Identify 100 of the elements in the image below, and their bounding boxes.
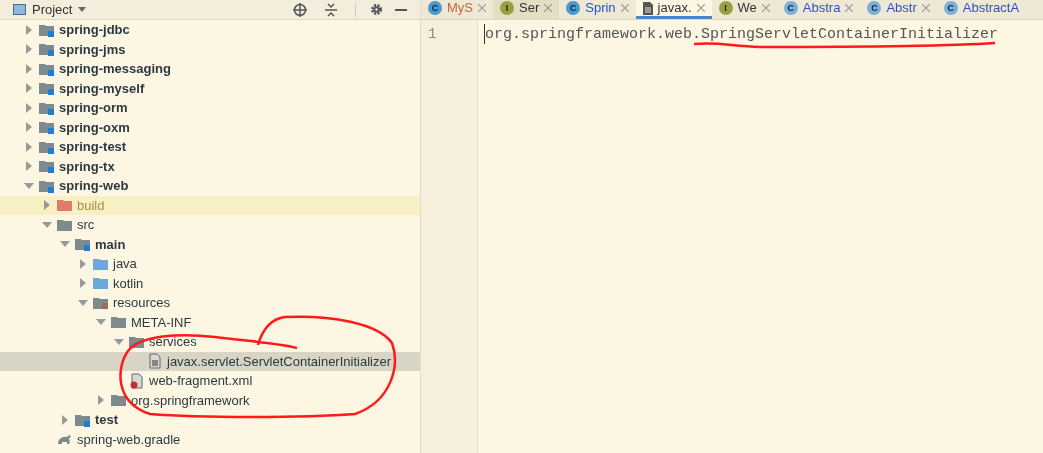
expand-arrow-icon[interactable] <box>24 161 34 172</box>
item-label: spring-test <box>59 138 127 156</box>
editor-tab[interactable]: C AbstractA <box>936 0 1027 19</box>
item-label: spring-myself <box>59 79 145 98</box>
item-label: spring-orm <box>59 99 128 117</box>
collapse-arrow-icon[interactable] <box>24 180 34 191</box>
item-label: services <box>149 333 197 351</box>
tab-label: Abstra <box>802 0 841 18</box>
item-label: spring-oxm <box>59 118 130 137</box>
close-icon[interactable] <box>761 4 770 12</box>
tab-label: Ser <box>519 0 540 18</box>
tree-item[interactable]: spring-messaging <box>0 59 420 79</box>
tree-item[interactable]: spring-test <box>0 137 420 157</box>
expand-arrow-icon[interactable] <box>24 122 34 133</box>
editor-tab[interactable]: C Abstr <box>860 0 937 19</box>
tab-label: AbstractA <box>962 0 1020 18</box>
tree-item[interactable]: src <box>0 215 420 235</box>
item-label: spring-web.gradle <box>77 430 181 449</box>
tree-item[interactable]: main <box>0 234 420 254</box>
tree-item[interactable]: java <box>0 254 420 274</box>
tree-item[interactable]: spring-orm <box>0 98 420 118</box>
tab-label: Sprin <box>585 0 616 18</box>
tree-item[interactable]: javax.servlet.ServletContainerInitializer <box>0 351 420 371</box>
folder-icon <box>56 197 73 214</box>
panel-title[interactable]: Project <box>32 0 73 20</box>
collapse-icon[interactable] <box>325 2 337 17</box>
item-label: resources <box>113 294 171 312</box>
item-label: spring-tx <box>59 157 115 176</box>
tree-item[interactable]: META-INF <box>0 312 420 332</box>
minimize-icon[interactable] <box>395 8 407 11</box>
item-label: javax.servlet.ServletContainerInitializer <box>167 352 391 371</box>
close-icon[interactable] <box>845 4 854 12</box>
editor-tab[interactable]: C Abstra <box>776 0 861 19</box>
tree-item[interactable]: resources <box>0 293 420 313</box>
collapse-arrow-icon[interactable] <box>114 336 124 347</box>
item-label: src <box>77 216 95 234</box>
item-label: java <box>113 255 137 273</box>
collapse-arrow-icon[interactable] <box>78 297 88 308</box>
window-icon <box>13 4 26 15</box>
expand-arrow-icon[interactable] <box>24 83 34 94</box>
module-folder-icon <box>38 119 55 136</box>
item-label: spring-web <box>59 177 129 195</box>
expand-arrow-icon[interactable] <box>60 414 70 425</box>
collapse-arrow-icon[interactable] <box>42 219 52 230</box>
expand-arrow-icon[interactable] <box>78 278 88 289</box>
editor-tab[interactable]: C Sprin <box>559 0 636 19</box>
tree-item[interactable]: spring-myself <box>0 78 420 98</box>
tree-item[interactable]: spring-jms <box>0 39 420 59</box>
tree-item[interactable]: spring-web <box>0 176 420 196</box>
interface-lock-badge: I <box>500 1 514 15</box>
tree-item[interactable]: services <box>0 332 420 352</box>
module-folder-icon <box>38 41 55 58</box>
locate-icon[interactable] <box>293 2 307 17</box>
module-folder-icon <box>74 236 91 253</box>
close-icon[interactable] <box>921 4 930 12</box>
close-icon[interactable] <box>696 4 705 12</box>
module-folder-icon <box>38 158 55 175</box>
tree-item[interactable]: test <box>0 410 420 430</box>
editor-tab[interactable]: C MyS <box>421 0 493 19</box>
close-icon[interactable] <box>544 4 553 12</box>
settings-icon[interactable] <box>370 3 383 16</box>
dropdown-icon[interactable] <box>78 7 87 12</box>
class-badge: C <box>867 1 882 15</box>
tree-item[interactable]: spring-tx <box>0 156 420 176</box>
item-label: build <box>77 196 105 215</box>
class-badge: C <box>943 1 958 15</box>
expand-arrow-icon[interactable] <box>24 63 34 74</box>
expand-arrow-icon[interactable] <box>24 24 34 35</box>
file-icon <box>146 353 163 370</box>
tree-item[interactable]: spring-web.gradle <box>0 429 420 449</box>
folder-icon <box>92 275 109 292</box>
tree-item[interactable]: web-fragment.xml <box>0 371 420 391</box>
expand-arrow-icon[interactable] <box>24 44 34 55</box>
expand-arrow-icon[interactable] <box>96 395 106 406</box>
tab-label: We <box>737 0 757 18</box>
tab-label: Abstr <box>886 0 917 18</box>
expand-arrow-icon[interactable] <box>24 102 34 113</box>
editor-tab[interactable]: I Ser <box>493 0 560 19</box>
class-badge: C <box>783 1 798 15</box>
editor-tab[interactable]: javax. <box>635 0 712 19</box>
file-icon <box>642 1 653 15</box>
editor-tab[interactable]: I We <box>711 0 777 19</box>
class-badge: C <box>566 1 581 15</box>
close-icon[interactable] <box>620 4 629 12</box>
tree-item[interactable]: spring-oxm <box>0 117 420 137</box>
tree-item[interactable]: kotlin <box>0 273 420 293</box>
item-label: main <box>95 235 126 254</box>
expand-arrow-icon[interactable] <box>42 200 52 211</box>
tree-item[interactable]: org.springframework <box>0 390 420 410</box>
line-number: 1 <box>428 25 438 44</box>
folder-icon <box>110 392 127 409</box>
class-badge: C <box>428 1 442 15</box>
tree-item[interactable]: spring-jdbc <box>0 20 420 40</box>
item-label: spring-jdbc <box>59 21 130 39</box>
expand-arrow-icon[interactable] <box>24 141 34 152</box>
item-label: spring-messaging <box>59 60 171 78</box>
tab-label: MyS <box>447 0 473 18</box>
close-icon[interactable] <box>478 4 486 12</box>
expand-arrow-icon[interactable] <box>78 258 88 269</box>
item-label: test <box>95 411 119 429</box>
